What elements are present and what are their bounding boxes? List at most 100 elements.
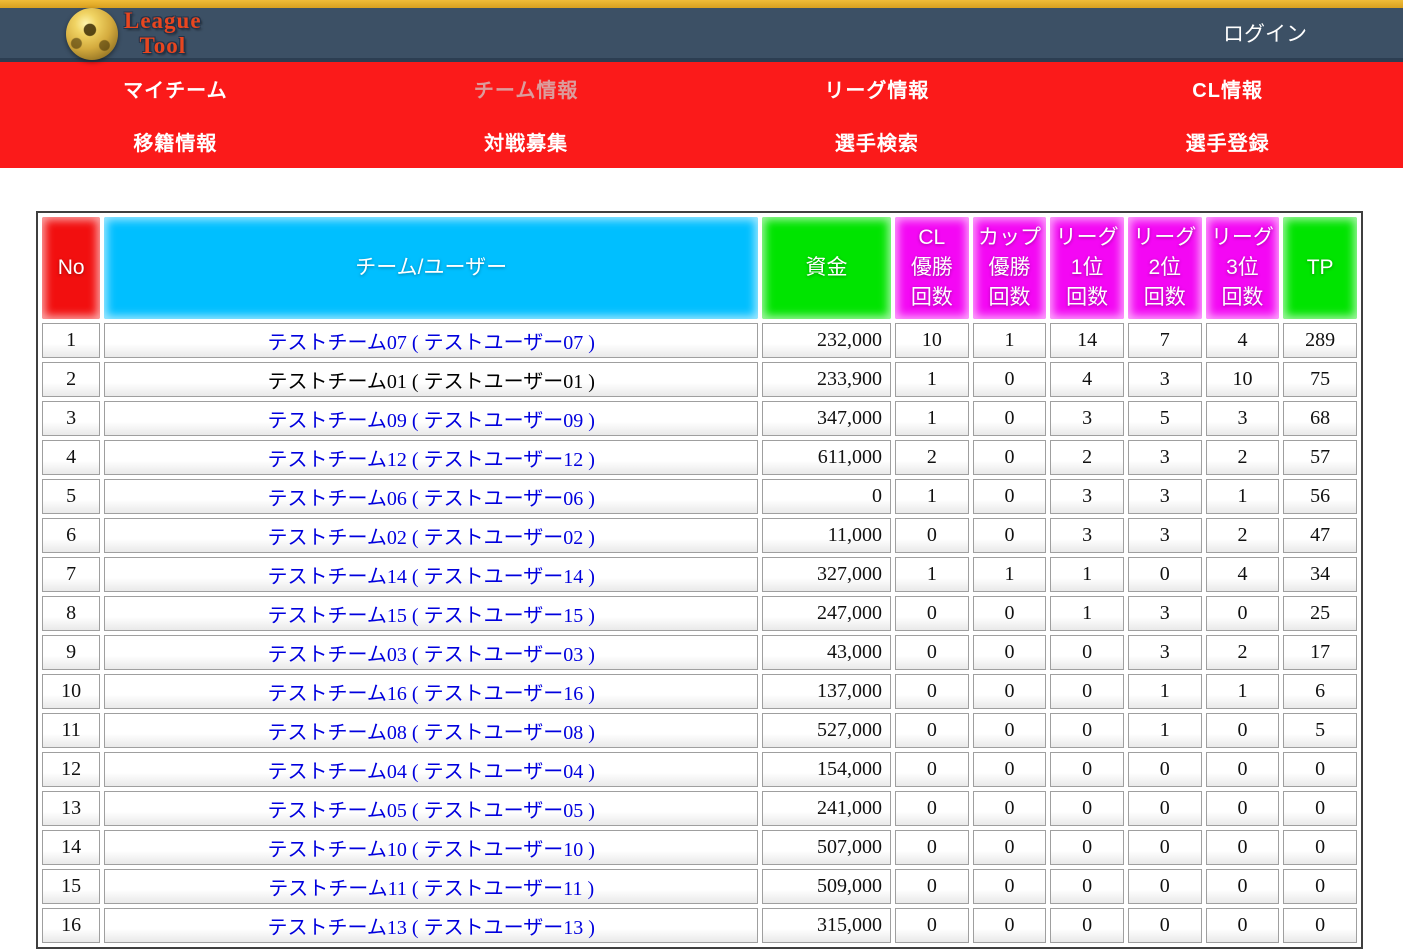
cl-wins-cell: 0 <box>895 518 969 553</box>
league-1st-cell: 3 <box>1050 479 1124 514</box>
column-header-cup-wins: カップ優勝回数 <box>973 217 1047 319</box>
tp-cell: 34 <box>1283 557 1357 592</box>
team-link[interactable]: テストチーム09 ( テストユーザー09 ) <box>268 410 595 432</box>
league-3rd-cell: 1 <box>1206 674 1280 709</box>
league-1st-cell: 2 <box>1050 440 1124 475</box>
league-3rd-cell: 2 <box>1206 440 1280 475</box>
league-1st-cell: 0 <box>1050 713 1124 748</box>
funds-cell: 527,000 <box>762 713 891 748</box>
cup-wins-cell: 0 <box>973 869 1047 904</box>
league-1st-cell: 1 <box>1050 557 1124 592</box>
rank-number-cell: 16 <box>42 908 100 943</box>
nav-item-player-register[interactable]: 選手登録 <box>1186 127 1270 156</box>
cup-wins-cell: 0 <box>973 596 1047 631</box>
team-cell: テストチーム09 ( テストユーザー09 ) <box>104 401 758 436</box>
nav-item-my-team[interactable]: マイチーム <box>123 74 227 103</box>
rank-number-cell: 1 <box>42 323 100 358</box>
cup-wins-cell: 0 <box>973 518 1047 553</box>
team-cell: テストチーム16 ( テストユーザー16 ) <box>104 674 758 709</box>
team-link[interactable]: テストチーム07 ( テストユーザー07 ) <box>268 332 595 354</box>
table-row: 16テストチーム13 ( テストユーザー13 )315,000000000 <box>42 908 1357 943</box>
rank-number-cell: 2 <box>42 362 100 397</box>
team-link[interactable]: テストチーム05 ( テストユーザー05 ) <box>268 800 595 822</box>
rank-number-cell: 3 <box>42 401 100 436</box>
app-logo: League Tool <box>66 6 202 60</box>
league-1st-cell: 0 <box>1050 869 1124 904</box>
league-2nd-cell: 7 <box>1128 323 1202 358</box>
table-row: 9テストチーム03 ( テストユーザー03 )43,0000003217 <box>42 635 1357 670</box>
rank-number-cell: 8 <box>42 596 100 631</box>
cup-wins-cell: 1 <box>973 323 1047 358</box>
rank-number-cell: 4 <box>42 440 100 475</box>
cl-wins-cell: 0 <box>895 713 969 748</box>
column-header-tp: TP <box>1283 217 1357 319</box>
league-2nd-cell: 0 <box>1128 752 1202 787</box>
team-link[interactable]: テストチーム08 ( テストユーザー08 ) <box>268 722 595 744</box>
nav-item-match-recruit[interactable]: 対戦募集 <box>484 127 568 156</box>
funds-cell: 154,000 <box>762 752 891 787</box>
ranking-table: Noチーム/ユーザー資金CL優勝回数カップ優勝回数リーグ1位回数リーグ2位回数リ… <box>36 211 1363 949</box>
league-3rd-cell: 2 <box>1206 635 1280 670</box>
team-link[interactable]: テストチーム11 ( テストユーザー11 ) <box>268 878 594 900</box>
team-link[interactable]: テストチーム14 ( テストユーザー14 ) <box>268 566 595 588</box>
team-link[interactable]: テストチーム06 ( テストユーザー06 ) <box>268 488 595 510</box>
league-1st-cell: 3 <box>1050 518 1124 553</box>
column-header-league-1st: リーグ1位回数 <box>1050 217 1124 319</box>
nav-item-team-info[interactable]: チーム情報 <box>474 74 578 103</box>
rank-number-cell: 7 <box>42 557 100 592</box>
tp-cell: 0 <box>1283 830 1357 865</box>
league-2nd-cell: 1 <box>1128 674 1202 709</box>
league-2nd-cell: 0 <box>1128 791 1202 826</box>
league-2nd-cell: 0 <box>1128 830 1202 865</box>
cup-wins-cell: 0 <box>973 401 1047 436</box>
team-name: テストチーム01 ( テストユーザー01 ) <box>268 371 595 393</box>
rank-number-cell: 13 <box>42 791 100 826</box>
cup-wins-cell: 1 <box>973 557 1047 592</box>
team-link[interactable]: テストチーム02 ( テストユーザー02 ) <box>268 527 595 549</box>
team-link[interactable]: テストチーム10 ( テストユーザー10 ) <box>268 839 595 861</box>
team-link[interactable]: テストチーム04 ( テストユーザー04 ) <box>268 761 595 783</box>
tp-cell: 0 <box>1283 869 1357 904</box>
tp-cell: 68 <box>1283 401 1357 436</box>
league-2nd-cell: 0 <box>1128 908 1202 943</box>
cup-wins-cell: 0 <box>973 830 1047 865</box>
team-cell: テストチーム05 ( テストユーザー05 ) <box>104 791 758 826</box>
table-row: 12テストチーム04 ( テストユーザー04 )154,000000000 <box>42 752 1357 787</box>
team-cell: テストチーム11 ( テストユーザー11 ) <box>104 869 758 904</box>
table-row: 8テストチーム15 ( テストユーザー15 )247,0000013025 <box>42 596 1357 631</box>
nav-item-cl-info[interactable]: CL情報 <box>1192 74 1263 103</box>
ranking-table-wrap: Noチーム/ユーザー資金CL優勝回数カップ優勝回数リーグ1位回数リーグ2位回数リ… <box>36 211 1403 949</box>
table-row: 7テストチーム14 ( テストユーザー14 )327,0001110434 <box>42 557 1357 592</box>
team-link[interactable]: テストチーム12 ( テストユーザー12 ) <box>268 449 595 471</box>
table-row: 1テストチーム07 ( テストユーザー07 )232,0001011474289 <box>42 323 1357 358</box>
nav-item-league-info[interactable]: リーグ情報 <box>824 74 929 103</box>
nav-item-player-search[interactable]: 選手検索 <box>835 127 919 156</box>
league-3rd-cell: 4 <box>1206 323 1280 358</box>
funds-cell: 241,000 <box>762 791 891 826</box>
cl-wins-cell: 0 <box>895 752 969 787</box>
funds-cell: 509,000 <box>762 869 891 904</box>
team-cell: テストチーム14 ( テストユーザー14 ) <box>104 557 758 592</box>
team-cell: テストチーム03 ( テストユーザー03 ) <box>104 635 758 670</box>
nav-item-transfer-info[interactable]: 移籍情報 <box>133 127 217 156</box>
login-link[interactable]: ログイン <box>1223 18 1307 48</box>
team-cell: テストチーム01 ( テストユーザー01 ) <box>104 362 758 397</box>
team-link[interactable]: テストチーム15 ( テストユーザー15 ) <box>268 605 595 627</box>
league-1st-cell: 0 <box>1050 908 1124 943</box>
funds-cell: 11,000 <box>762 518 891 553</box>
cup-wins-cell: 0 <box>973 791 1047 826</box>
team-link[interactable]: テストチーム13 ( テストユーザー13 ) <box>268 917 595 939</box>
league-2nd-cell: 3 <box>1128 440 1202 475</box>
funds-cell: 247,000 <box>762 596 891 631</box>
cl-wins-cell: 1 <box>895 401 969 436</box>
cl-wins-cell: 10 <box>895 323 969 358</box>
team-cell: テストチーム07 ( テストユーザー07 ) <box>104 323 758 358</box>
funds-cell: 507,000 <box>762 830 891 865</box>
cl-wins-cell: 0 <box>895 635 969 670</box>
table-row: 3テストチーム09 ( テストユーザー09 )347,0001035368 <box>42 401 1357 436</box>
league-1st-cell: 0 <box>1050 830 1124 865</box>
rank-number-cell: 5 <box>42 479 100 514</box>
team-link[interactable]: テストチーム16 ( テストユーザー16 ) <box>268 683 595 705</box>
team-link[interactable]: テストチーム03 ( テストユーザー03 ) <box>268 644 595 666</box>
nav-row: マイチーム チーム情報 リーグ情報 CL情報 <box>0 62 1403 115</box>
